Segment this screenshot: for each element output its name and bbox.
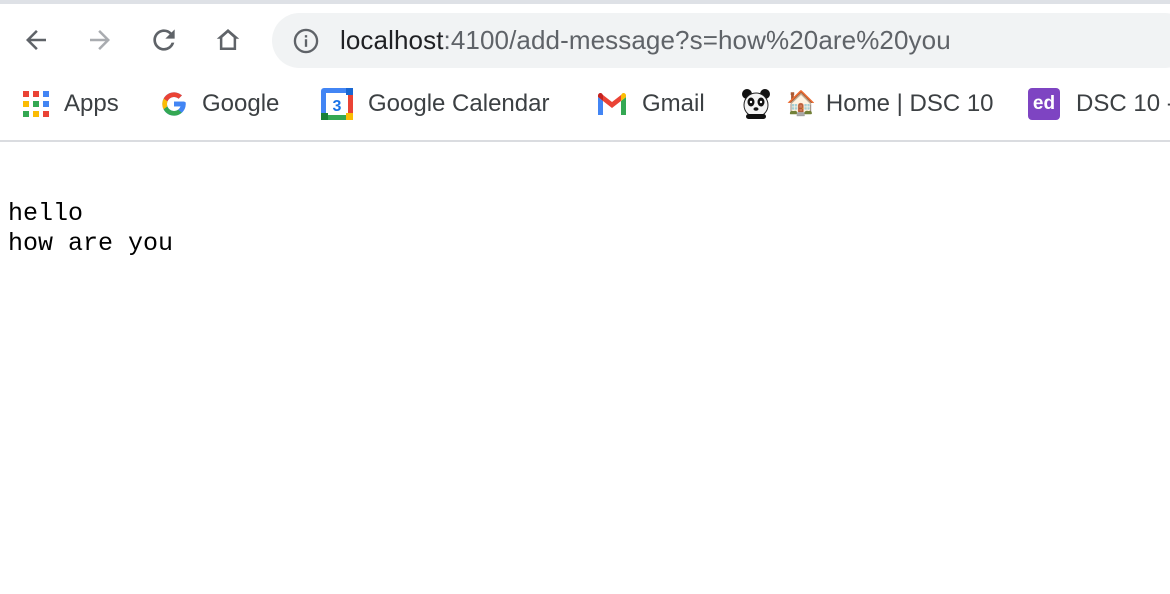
bookmark-label: DSC 10 - xyxy=(1076,90,1170,117)
calendar-date-text: 3 xyxy=(333,98,342,115)
arrow-right-icon xyxy=(90,30,110,50)
google-calendar-icon: 3 xyxy=(321,88,353,120)
bookmark-label: Gmail xyxy=(642,90,705,117)
ed-icon-text: ed xyxy=(1032,93,1056,114)
bookmark-label: Apps xyxy=(64,90,119,117)
forward-button[interactable] xyxy=(84,24,116,56)
bookmarks-bar: Apps Google 3 Google Calendar Gmail 🏠 Ho… xyxy=(0,76,1170,142)
info-icon[interactable] xyxy=(292,27,320,55)
panda-icon xyxy=(742,89,770,119)
bookmark-apps[interactable]: Apps xyxy=(22,86,119,122)
url-text[interactable]: localhost:4100/add-message?s=how%20are%2… xyxy=(340,13,951,68)
url-path: :4100/add-message?s=how%20are%20you xyxy=(443,25,951,55)
home-button[interactable] xyxy=(212,24,244,56)
bookmark-google-calendar[interactable]: 3 Google Calendar xyxy=(320,86,549,122)
address-bar[interactable]: localhost:4100/add-message?s=how%20are%2… xyxy=(272,13,1170,68)
bookmark-gmail[interactable]: Gmail xyxy=(596,86,705,122)
home-icon xyxy=(216,29,240,50)
browser-toolbar: localhost:4100/add-message?s=how%20are%2… xyxy=(0,4,1170,76)
ed-icon: ed xyxy=(1028,88,1060,120)
reload-icon xyxy=(153,29,175,51)
url-host: localhost xyxy=(340,25,444,55)
google-g-icon xyxy=(162,92,186,116)
message-line: how are you xyxy=(8,229,174,258)
bookmark-label: Google xyxy=(202,90,280,117)
page-content: hello how are you xyxy=(8,199,173,259)
apps-grid-icon xyxy=(23,91,49,117)
message-line: hello xyxy=(8,199,84,228)
arrow-left-icon xyxy=(26,30,46,50)
bookmark-google[interactable]: Google xyxy=(160,86,279,122)
reload-button[interactable] xyxy=(148,24,180,56)
bookmark-label: Google Calendar xyxy=(368,90,550,117)
gmail-icon xyxy=(598,93,626,115)
house-icon: 🏠 xyxy=(786,90,816,117)
bookmark-label: Home | DSC 10 xyxy=(825,90,994,117)
bookmark-panda[interactable] xyxy=(740,86,772,122)
back-button[interactable] xyxy=(20,24,52,56)
bookmark-ed-dsc10[interactable]: ed DSC 10 - xyxy=(1028,86,1170,122)
bookmark-home-dsc10[interactable]: 🏠 Home | DSC 10 xyxy=(786,86,994,122)
